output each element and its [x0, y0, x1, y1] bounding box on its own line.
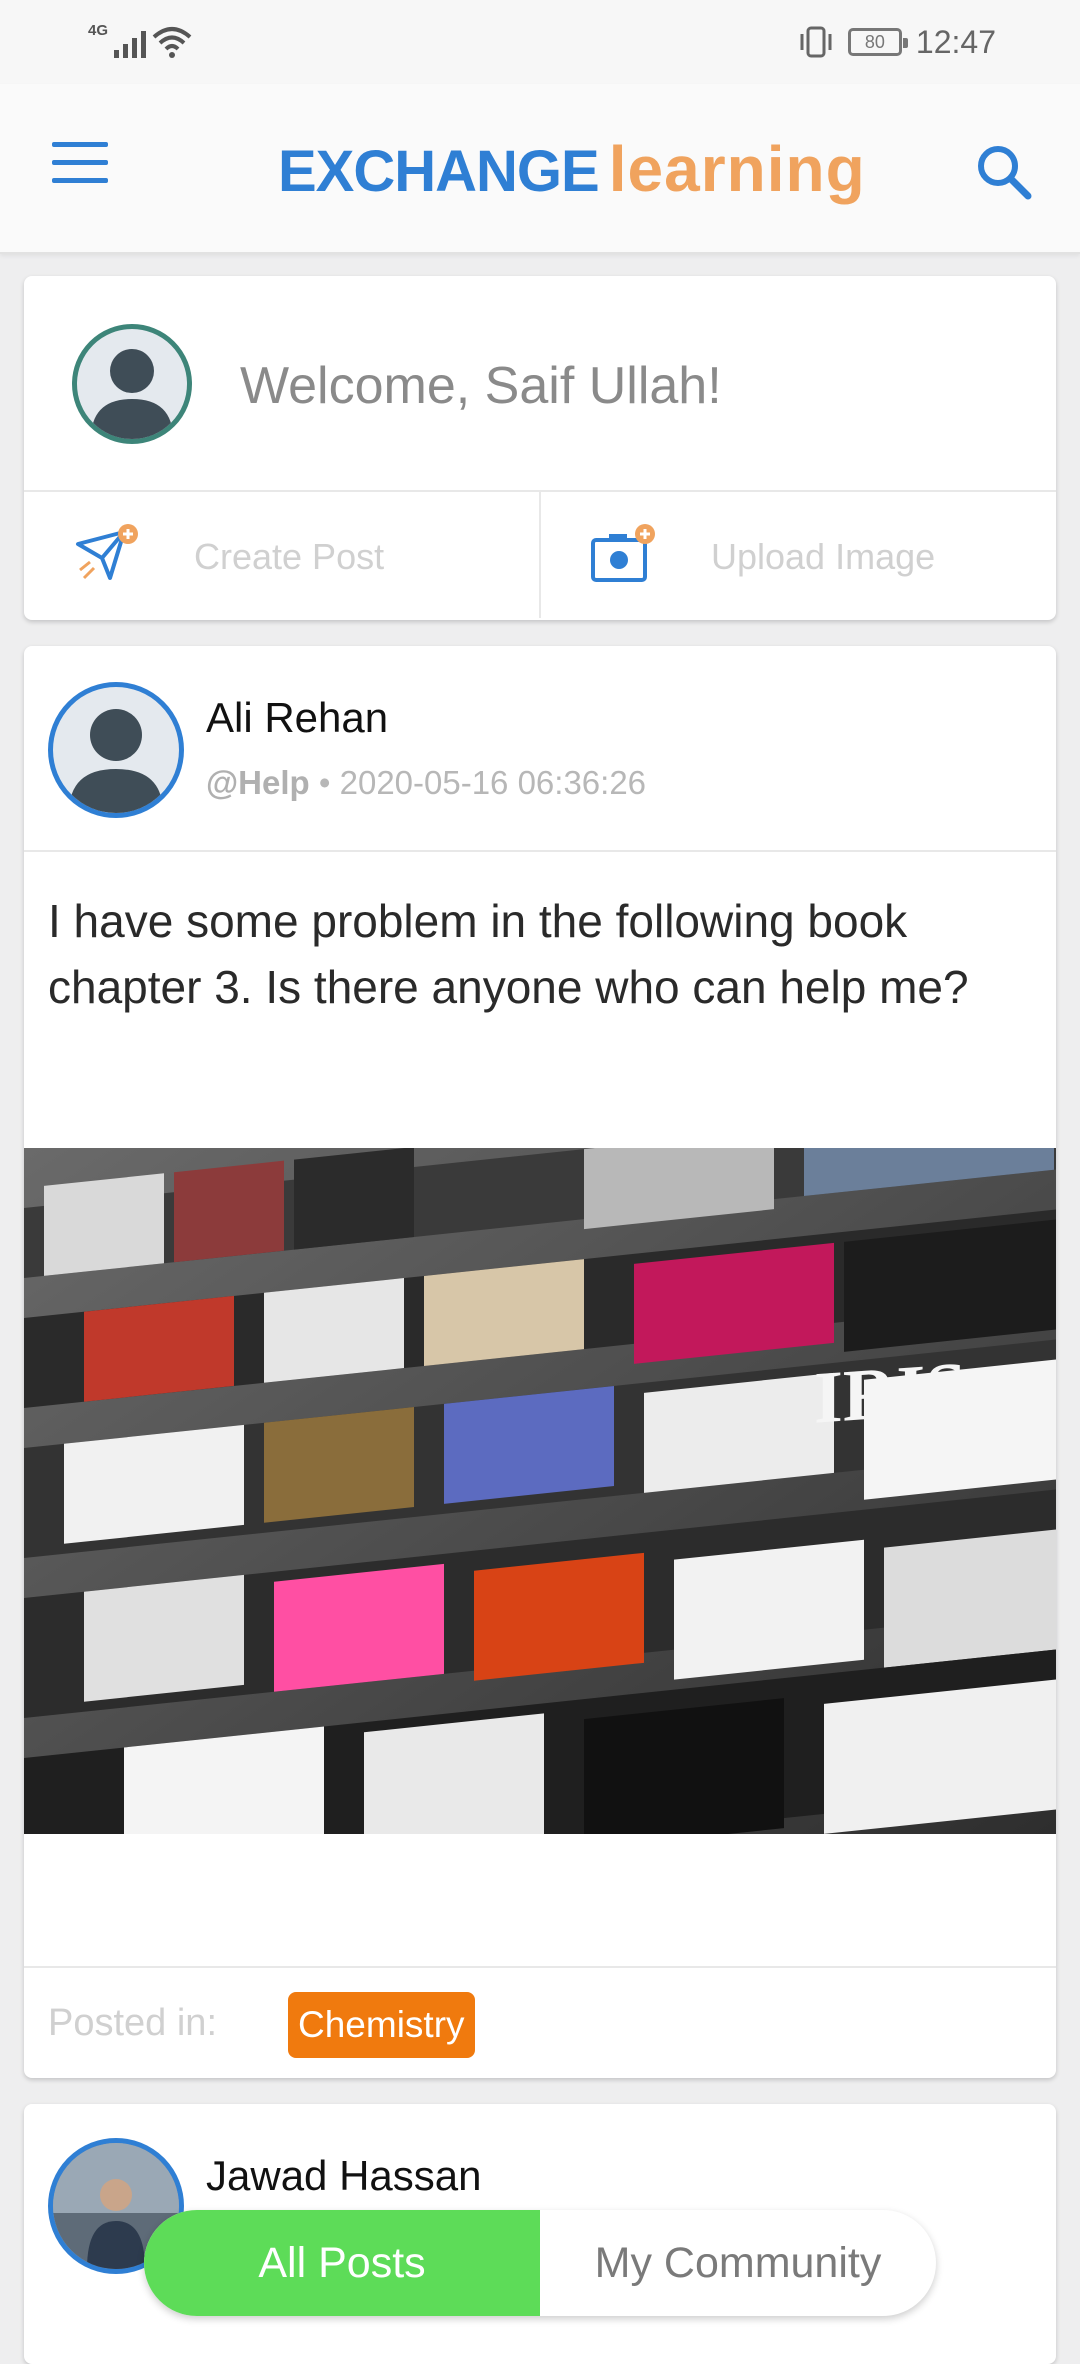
hamburger-menu-icon[interactable] [52, 142, 112, 192]
category-badge[interactable]: Chemistry [288, 1992, 475, 2058]
logo-exchange: EXCHANGE [278, 139, 600, 204]
camera-plus-icon [591, 524, 655, 582]
welcome-card: Welcome, Saif Ullah! Create Post Upload [24, 276, 1056, 620]
welcome-row: Welcome, Saif Ullah! [24, 276, 1056, 492]
tab-my-community[interactable]: My Community [540, 2210, 936, 2316]
user-silhouette-icon [69, 709, 163, 813]
battery-level: 80 [864, 32, 885, 52]
create-post-button[interactable]: Create Post [24, 492, 539, 618]
meta-separator: • [318, 764, 340, 801]
paper-plane-plus-icon [76, 524, 138, 580]
vibrate-icon [800, 26, 832, 58]
post-body: I have some problem in the following boo… [48, 895, 969, 1013]
signal-icon [114, 26, 147, 58]
upload-image-button[interactable]: Upload Image [539, 492, 1056, 618]
post-card: Ali Rehan @Help • 2020-05-16 06:36:26 I … [24, 646, 1056, 2078]
posted-in-label: Posted in: [48, 2002, 217, 2044]
status-bar: 4G 80 12:47 [0, 0, 1080, 84]
post-author[interactable]: Jawad Hassan [206, 2152, 481, 2200]
avatar[interactable] [72, 324, 192, 444]
post-timestamp: 2020-05-16 06:36:26 [339, 764, 647, 801]
search-icon[interactable] [972, 140, 1036, 204]
app-bar: EXCHANGE learning [0, 84, 1080, 254]
post-tag[interactable]: @Help [206, 764, 310, 801]
post-footer: Posted in: Chemistry [24, 1966, 1056, 2078]
create-post-label: Create Post [194, 536, 385, 577]
svg-text:IRIS: IRIS [814, 1347, 966, 1440]
wifi-icon [152, 27, 192, 58]
post-header: Ali Rehan @Help • 2020-05-16 06:36:26 [24, 646, 1056, 852]
avatar[interactable] [48, 682, 184, 818]
user-silhouette-icon [91, 349, 173, 439]
app-logo: EXCHANGE learning [278, 132, 866, 212]
status-right: 80 12:47 [798, 22, 996, 62]
status-left: 4G [88, 22, 192, 62]
battery-icon: 80 [847, 28, 908, 56]
upload-image-label: Upload Image [711, 536, 936, 577]
post-meta: @Help • 2020-05-16 06:36:26 [206, 764, 646, 802]
action-row: Create Post Upload Image [24, 492, 1056, 618]
network-type: 4G [88, 21, 109, 39]
clock: 12:47 [915, 23, 996, 60]
post-author[interactable]: Ali Rehan [206, 694, 388, 742]
welcome-text[interactable]: Welcome, Saif Ullah! [240, 356, 722, 416]
feed-toggle: All Posts My Community [144, 2210, 936, 2316]
logo-learning: learning [608, 133, 866, 205]
tab-all-posts[interactable]: All Posts [144, 2210, 540, 2316]
magazine-rack-photo: IRIS [24, 1148, 1056, 1834]
post-image[interactable]: IRIS [24, 1148, 1056, 1834]
